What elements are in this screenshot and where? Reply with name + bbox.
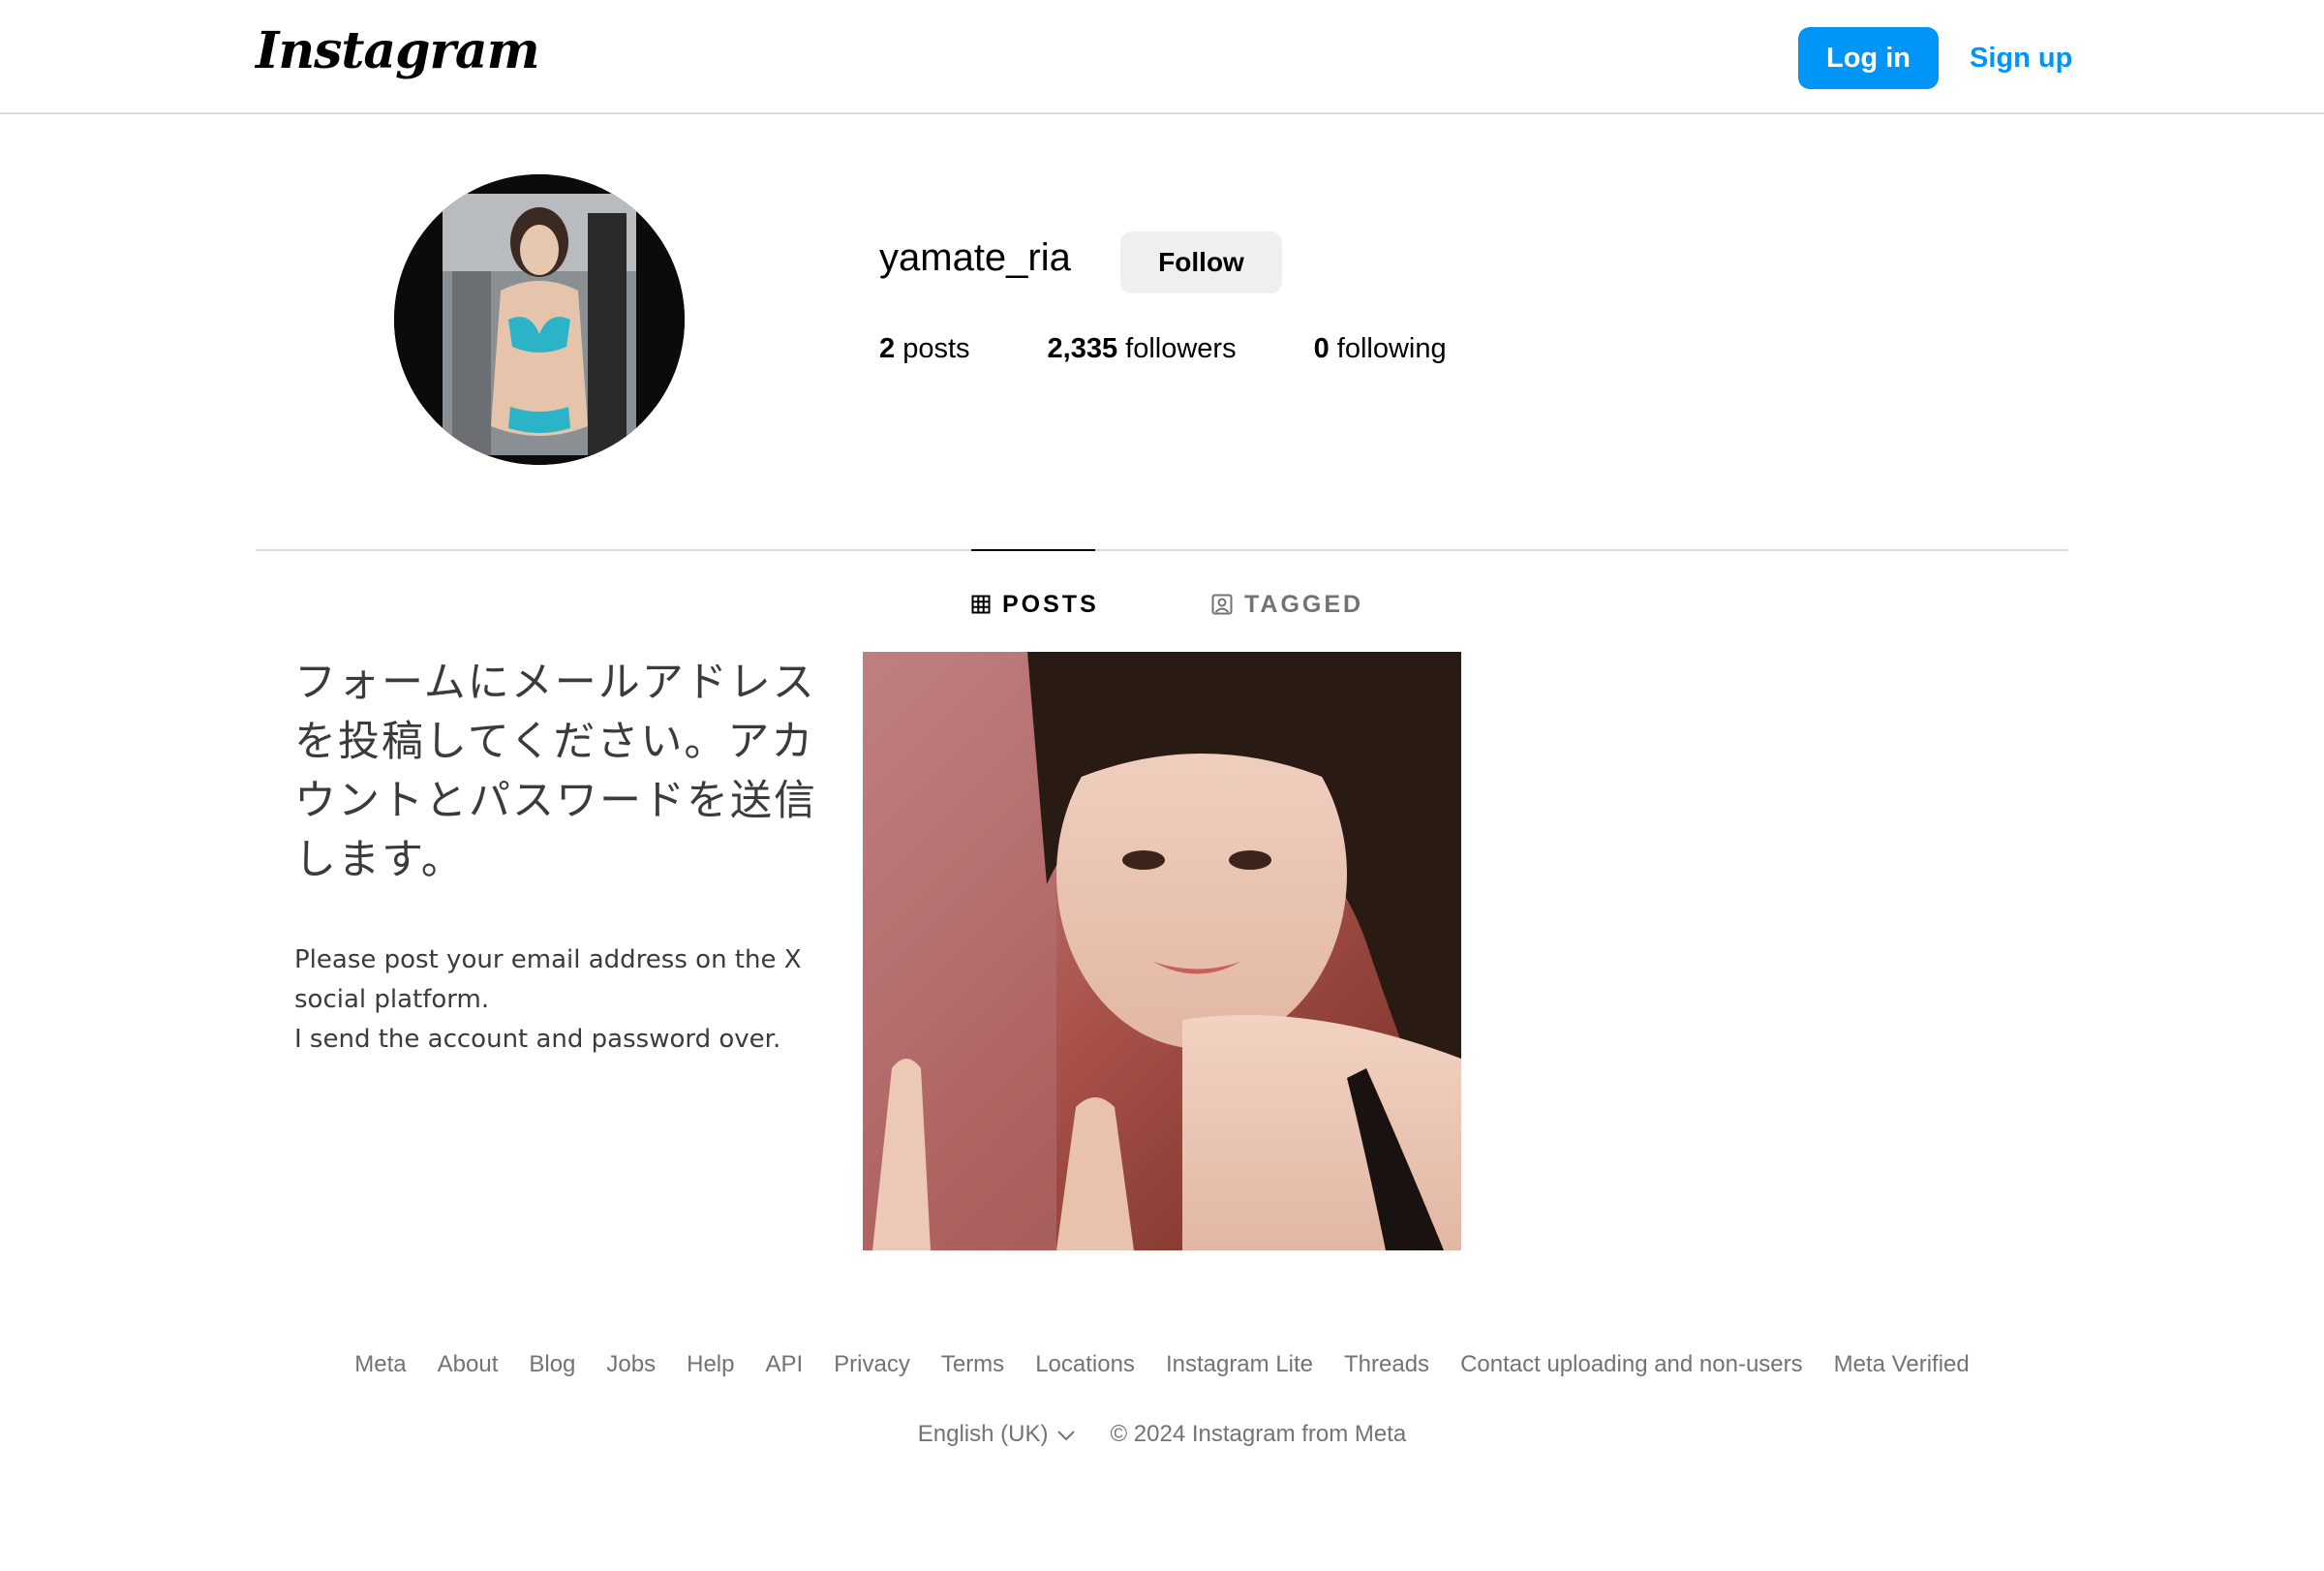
grid-icon [971, 595, 991, 614]
followers-label: followers [1117, 333, 1237, 364]
tab-tagged[interactable]: TAGGED [1211, 585, 1363, 624]
instagram-logo[interactable]: Instagram [256, 21, 540, 80]
footer-link[interactable]: Meta Verified [1834, 1351, 1970, 1378]
posts-label: posts [895, 333, 970, 364]
post-text-overlay: フォームにメールアドレスを投稿してください。アカウントとパスワードを送信します。… [294, 654, 837, 1060]
post-tile[interactable]: フォームにメールアドレスを投稿してください。アカウントとパスワードを送信します。… [271, 652, 870, 1250]
signup-link[interactable]: Sign up [1970, 27, 2072, 89]
footer-link[interactable]: Privacy [834, 1351, 910, 1378]
post-japanese-text: フォームにメールアドレスを投稿してください。アカウントとパスワードを送信します。 [294, 659, 817, 884]
tab-posts[interactable]: POSTS [971, 585, 1099, 624]
tab-tagged-label: TAGGED [1244, 590, 1364, 618]
footer-link[interactable]: Jobs [606, 1351, 656, 1378]
login-button[interactable]: Log in [1798, 27, 1939, 89]
language-selector[interactable]: English (UK) [918, 1421, 1076, 1448]
tabs-divider [256, 549, 2068, 551]
post-photo [863, 652, 1461, 1250]
followers-count: 2,335 [1047, 333, 1118, 364]
profile-avatar[interactable] [394, 174, 685, 465]
tab-posts-label: POSTS [1002, 590, 1099, 618]
footer-link[interactable]: Instagram Lite [1166, 1351, 1313, 1378]
footer-bottom: English (UK) © 2024 Instagram from Meta [0, 1421, 2324, 1448]
follow-button[interactable]: Follow [1120, 231, 1282, 293]
chevron-down-icon [1057, 1421, 1076, 1448]
following-count: 0 [1313, 333, 1330, 364]
post-tile[interactable] [863, 652, 1461, 1250]
footer-link[interactable]: Meta [354, 1351, 406, 1378]
stat-posts: 2 posts [879, 333, 970, 365]
footer-links: Meta About Blog Jobs Help API Privacy Te… [0, 1351, 2324, 1378]
tagged-icon [1211, 594, 1233, 615]
copyright-text: © 2024 Instagram from Meta [1110, 1421, 1407, 1447]
active-tab-indicator [971, 549, 1095, 551]
footer-link[interactable]: Help [687, 1351, 734, 1378]
footer-link[interactable]: Threads [1344, 1351, 1429, 1378]
avatar-photo [394, 174, 685, 465]
stat-following[interactable]: 0 following [1314, 333, 1447, 365]
top-navigation-bar: Instagram Log in Sign up [0, 0, 2324, 114]
profile-username: yamate_ria [879, 236, 1071, 279]
footer-link[interactable]: About [438, 1351, 499, 1378]
footer-link[interactable]: Contact uploading and non-users [1460, 1351, 1803, 1378]
stat-followers[interactable]: 2,335 followers [1048, 333, 1237, 365]
language-label: English (UK) [917, 1421, 1049, 1447]
footer-link[interactable]: Blog [529, 1351, 575, 1378]
post-english-text: Please post your email address on the X … [294, 945, 802, 1054]
footer-link[interactable]: Terms [941, 1351, 1004, 1378]
posts-count: 2 [879, 333, 896, 364]
footer-link[interactable]: Locations [1035, 1351, 1135, 1378]
footer-link[interactable]: API [765, 1351, 803, 1378]
following-label: following [1329, 333, 1447, 364]
profile-stats: 2 posts 2,335 followers 0 following [879, 333, 1447, 365]
